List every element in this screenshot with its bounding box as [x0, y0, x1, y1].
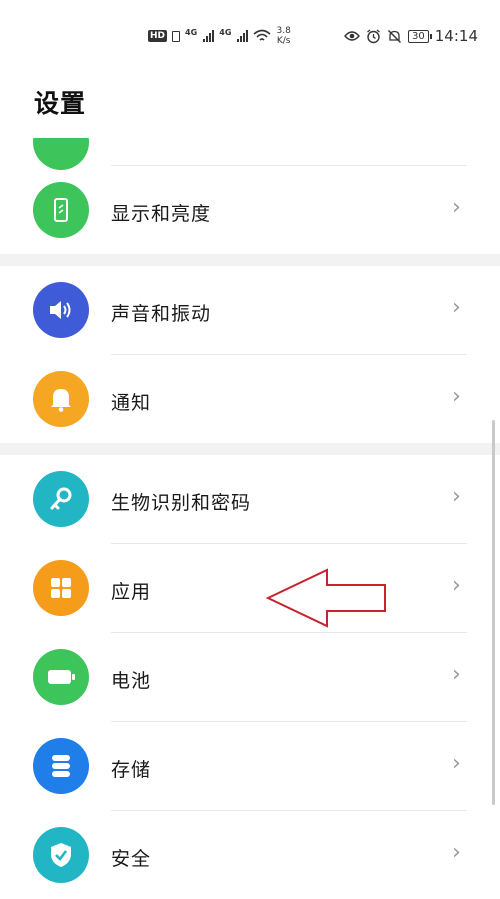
network-speed: 3.8 K/s	[276, 26, 290, 46]
battery-icon	[33, 649, 89, 705]
chevron-right-icon: ›	[452, 384, 461, 409]
signal-2: 4G	[219, 27, 249, 46]
chevron-right-icon: ›	[452, 840, 461, 865]
scrollbar[interactable]	[492, 420, 495, 805]
speed-unit: K/s	[276, 36, 291, 46]
settings-item-label: 显示和亮度	[111, 203, 212, 225]
annotation-arrow-icon	[265, 568, 386, 628]
signal-bars-icon	[237, 29, 249, 42]
chevron-right-icon: ›	[452, 195, 461, 220]
status-bar: HD 4G 4G 3.8 K/s 30 14:14	[0, 0, 500, 72]
status-bar-right: 30 14:14	[344, 27, 478, 45]
section-gap	[0, 443, 500, 455]
signal-1: 4G	[185, 27, 215, 46]
partial-item-icon	[33, 138, 89, 170]
phone-display-icon	[33, 182, 89, 238]
settings-item-display[interactable]: 显示和亮度 ›	[0, 166, 500, 254]
network-type-2: 4G	[219, 28, 232, 38]
settings-item-battery[interactable]: 电池 ›	[0, 633, 500, 721]
settings-item-label: 存储	[111, 759, 152, 781]
settings-item-label: 声音和振动	[111, 303, 212, 325]
section-gap	[0, 254, 500, 266]
chevron-right-icon: ›	[452, 484, 461, 509]
speed-value: 3.8	[276, 26, 291, 36]
hd-badge: HD	[148, 30, 168, 42]
chevron-right-icon: ›	[452, 295, 461, 320]
speaker-icon	[33, 282, 89, 338]
settings-item-label: 通知	[111, 392, 152, 414]
settings-item-storage[interactable]: 存储 ›	[0, 722, 500, 810]
settings-item-notifications[interactable]: 通知 ›	[0, 355, 500, 443]
key-icon	[33, 471, 89, 527]
chevron-right-icon: ›	[452, 573, 461, 598]
chevron-right-icon: ›	[452, 662, 461, 687]
settings-item-label: 生物识别和密码	[111, 492, 252, 514]
settings-item-apps[interactable]: 应用 ›	[0, 544, 500, 632]
apps-grid-icon	[33, 560, 89, 616]
signal-bars-icon	[203, 29, 215, 42]
settings-item-label: 应用	[111, 581, 152, 603]
wifi-icon	[253, 29, 272, 41]
settings-item-sound[interactable]: 声音和振动 ›	[0, 266, 500, 354]
clock: 14:14	[434, 27, 478, 45]
sim-icon	[172, 30, 181, 42]
storage-icon	[33, 738, 89, 794]
bell-icon	[33, 371, 89, 427]
status-bar-left: HD 4G 4G 3.8 K/s	[148, 26, 291, 46]
shield-icon	[33, 827, 89, 883]
settings-item-security[interactable]: 安全 ›	[0, 811, 500, 899]
annotation-arrow-shape	[265, 568, 386, 628]
mute-bell-icon	[388, 29, 402, 43]
eye-icon	[344, 31, 360, 41]
alarm-icon	[367, 28, 380, 43]
settings-item-label: 电池	[111, 670, 152, 692]
page-title: 设置	[34, 89, 87, 118]
settings-item-biometrics[interactable]: 生物识别和密码 ›	[0, 455, 500, 543]
battery-indicator: 30	[408, 29, 432, 43]
chevron-right-icon: ›	[452, 751, 461, 776]
network-type-1: 4G	[185, 28, 198, 38]
